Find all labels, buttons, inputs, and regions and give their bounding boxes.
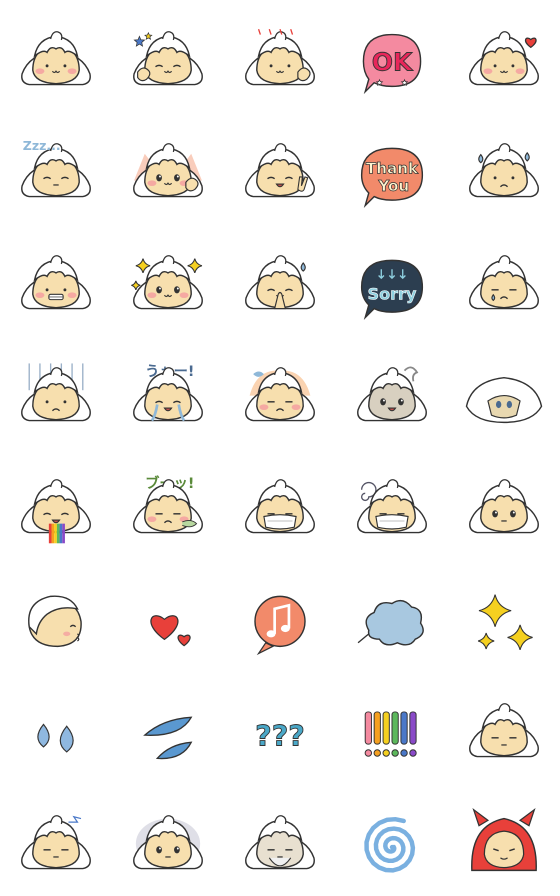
- emoji-sticker[interactable]: OK: [336, 0, 448, 112]
- character-figure: [469, 143, 539, 198]
- emoji-sticker[interactable]: [448, 784, 560, 896]
- emoji-sticker[interactable]: ???: [224, 672, 336, 784]
- character-old-man-icon: [245, 815, 315, 870]
- emoji-sticker[interactable]: [112, 784, 224, 896]
- emoji-sticker[interactable]: ブーッ!: [112, 448, 224, 560]
- emoji-sticker[interactable]: [0, 784, 112, 896]
- emoji-sticker[interactable]: [336, 560, 448, 672]
- sorry-bubble-icon: Sorry: [360, 259, 424, 320]
- emoji-sticker[interactable]: [0, 560, 112, 672]
- character-figure: [21, 31, 91, 86]
- character-figure: [469, 255, 539, 310]
- emoji-sticker[interactable]: [448, 448, 560, 560]
- emoji-sticker[interactable]: [224, 336, 336, 448]
- thank-you-bubble-icon: ThankYou: [360, 147, 424, 208]
- emoji-sticker[interactable]: [0, 336, 112, 448]
- emoji-sticker[interactable]: うぉー!: [112, 336, 224, 448]
- spiral-icon: [364, 816, 416, 873]
- ok-speech-bubble-icon: OK: [362, 33, 422, 95]
- emoji-sticker[interactable]: [224, 112, 336, 224]
- character-figure: [357, 367, 427, 422]
- character-kiss-icon: [28, 595, 82, 648]
- character-heart-icon: [469, 31, 539, 86]
- sticker-text: Thank: [366, 159, 419, 177]
- character-figure: [245, 479, 315, 534]
- puff-cloud-icon: [357, 599, 424, 646]
- emoji-sticker[interactable]: [448, 560, 560, 672]
- character-ok-hand-icon: [245, 29, 315, 86]
- character-figure: [21, 815, 91, 870]
- character-figure: [21, 255, 91, 310]
- emoji-sticker[interactable]: [224, 0, 336, 112]
- question-marks-icon: ???: [255, 718, 306, 753]
- sticker-text: Sorry: [368, 285, 417, 304]
- emoji-sticker[interactable]: [448, 224, 560, 336]
- water-drops-icon: [37, 723, 74, 753]
- emoji-sticker[interactable]: [336, 336, 448, 448]
- character-grin-icon: [21, 255, 91, 310]
- emoji-sticker[interactable]: [0, 0, 112, 112]
- character-tear-icon: [469, 255, 539, 310]
- character-dark-eyes-icon: [133, 815, 203, 870]
- character-angry-icon: [245, 367, 315, 422]
- character-sparkle-icon: [131, 255, 203, 310]
- character-devil-icon: [471, 807, 537, 872]
- emoji-sticker[interactable]: [112, 112, 224, 224]
- character-mask-dizzy-icon: [357, 479, 427, 534]
- emoji-sticker[interactable]: Sorry: [336, 224, 448, 336]
- sticker-text: Zzz...: [23, 138, 61, 153]
- emoji-sticker[interactable]: [448, 112, 560, 224]
- sticker-text: You: [377, 177, 409, 195]
- emoji-sticker[interactable]: [448, 672, 560, 784]
- character-sweat-icon: [469, 143, 539, 198]
- character-neutral-icon: [469, 703, 539, 758]
- emoji-sticker-sheet: OK Zzz... ThankYou Sorry うぉー! ブーッ!???: [0, 0, 560, 896]
- character-pout-icon: ブーッ!: [133, 474, 203, 534]
- emoji-sticker[interactable]: [224, 784, 336, 896]
- character-figure: [357, 479, 427, 534]
- character-excited-icon: [133, 143, 203, 198]
- emoji-sticker[interactable]: [0, 224, 112, 336]
- character-scratch-icon: [21, 815, 91, 870]
- emoji-sticker[interactable]: [112, 224, 224, 336]
- emoji-sticker[interactable]: [0, 672, 112, 784]
- sweat-drops-icon: [143, 716, 193, 760]
- character-peeking-icon: [465, 376, 543, 424]
- music-note-icon: [254, 595, 306, 656]
- emoji-sticker[interactable]: [112, 560, 224, 672]
- exclamation-marks-icon: [364, 711, 417, 757]
- emoji-sticker[interactable]: [336, 672, 448, 784]
- emoji-sticker[interactable]: [0, 448, 112, 560]
- character-figure: [469, 703, 539, 758]
- character-rainbow-vomit-icon: [21, 479, 91, 544]
- emoji-sticker[interactable]: [224, 448, 336, 560]
- emoji-sticker[interactable]: [112, 0, 224, 112]
- emoji-sticker[interactable]: [336, 784, 448, 896]
- character-crying-icon: うぉー!: [133, 363, 203, 422]
- emoji-sticker[interactable]: [224, 560, 336, 672]
- character-figure: [469, 479, 539, 534]
- emoji-sticker[interactable]: [112, 672, 224, 784]
- hearts-icon: [150, 615, 191, 647]
- emoji-sticker[interactable]: Thank You: [336, 112, 448, 224]
- emoji-sticker[interactable]: [336, 448, 448, 560]
- character-mask-icon: [245, 479, 315, 534]
- sticker-text: OK: [372, 47, 414, 76]
- character-figure: [21, 367, 91, 422]
- sparkles-icon: [477, 594, 533, 651]
- character-pray-icon: [245, 255, 315, 310]
- emoji-sticker[interactable]: [448, 336, 560, 448]
- character-sad-eyes-icon: [469, 479, 539, 534]
- emoji-sticker[interactable]: [448, 0, 560, 112]
- character-thumbs-up-icon: [133, 31, 203, 86]
- emoji-sticker[interactable]: Zzz...: [0, 112, 112, 224]
- character-gloom-icon: [21, 363, 91, 422]
- emoji-sticker[interactable]: [224, 224, 336, 336]
- character-peace-sign-icon: [245, 143, 315, 198]
- character-sleeping-icon: Zzz...: [21, 138, 91, 198]
- sticker-text: ???: [255, 719, 305, 753]
- character-blush-icon: [21, 31, 91, 86]
- character-shocked-icon: [357, 366, 427, 422]
